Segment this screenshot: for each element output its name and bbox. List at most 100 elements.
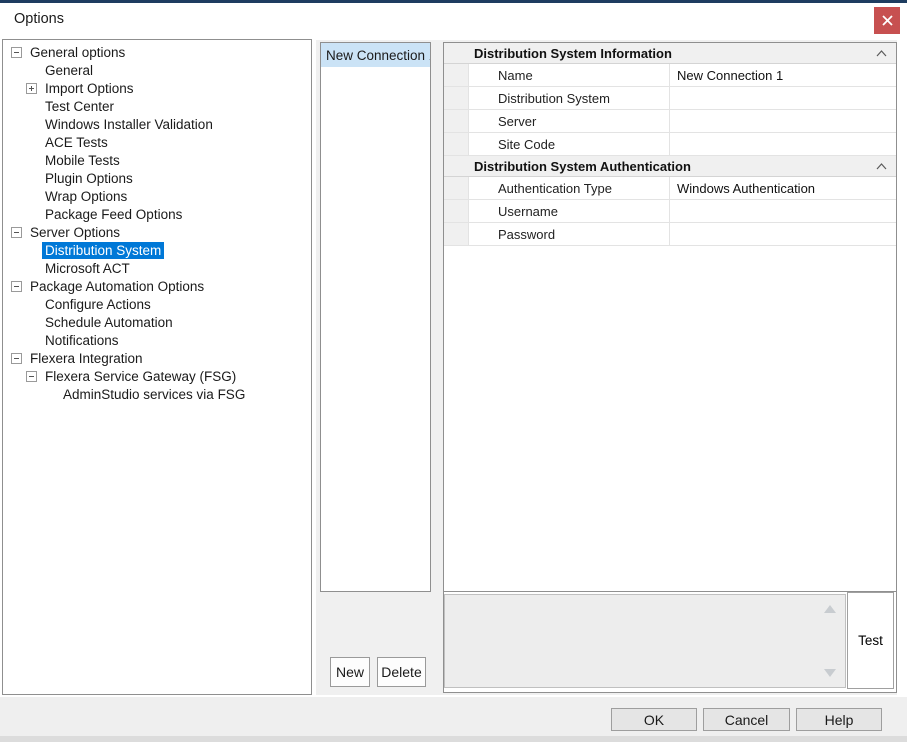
tree-indent <box>26 169 42 187</box>
tree-item-package-automation-options[interactable]: Package Automation Options <box>11 277 311 295</box>
section-header-distribution-system-authentication[interactable]: Distribution System Authentication <box>444 156 896 177</box>
property-value-field[interactable]: New Connection 1 <box>670 64 896 86</box>
section-header-distribution-system-information[interactable]: Distribution System Information <box>444 43 896 64</box>
tree-item-test-center[interactable]: Test Center <box>26 97 311 115</box>
property-row-name: NameNew Connection 1 <box>444 64 896 87</box>
tree-item-configure-actions[interactable]: Configure Actions <box>26 295 311 313</box>
tree-item-package-feed-options[interactable]: Package Feed Options <box>26 205 311 223</box>
chevron-up-icon[interactable] <box>876 163 887 170</box>
options-dialog: { "window": { "title": "Options" }, "col… <box>0 0 907 742</box>
property-value-field[interactable] <box>670 110 896 132</box>
help-button[interactable]: Help <box>796 708 882 731</box>
tree-item-label: Distribution System <box>42 242 164 259</box>
tree-item-label: Import Options <box>42 80 137 97</box>
property-value-field[interactable] <box>670 223 896 245</box>
tree-item-flexera-integration[interactable]: Flexera Integration <box>11 349 311 367</box>
property-value-field[interactable]: Windows Authentication <box>670 177 896 199</box>
new-connection-button[interactable]: New <box>330 657 370 687</box>
tree-item-import-options[interactable]: Import Options <box>26 79 311 97</box>
footer-bar: OK Cancel Help <box>0 697 907 742</box>
property-label: Server <box>469 110 670 132</box>
tree-item-label: Server Options <box>27 224 123 241</box>
tree-item-general-options[interactable]: General options <box>11 43 311 61</box>
tree-item-label: Schedule Automation <box>42 314 176 331</box>
tree-item-distribution-system[interactable]: Distribution System <box>26 241 311 259</box>
tree-item-label: Windows Installer Validation <box>42 116 216 133</box>
property-grid: Distribution System Information NameNew C… <box>444 43 896 592</box>
tree-indent <box>26 295 42 313</box>
tree-item-label: Notifications <box>42 332 122 349</box>
ok-button[interactable]: OK <box>611 708 697 731</box>
tree-indent <box>26 115 42 133</box>
tree-item-wrap-options[interactable]: Wrap Options <box>26 187 311 205</box>
tree-item-ace-tests[interactable]: ACE Tests <box>26 133 311 151</box>
tree-item-server-options[interactable]: Server Options <box>11 223 311 241</box>
tree-item-schedule-automation[interactable]: Schedule Automation <box>26 313 311 331</box>
property-row-distribution-system: Distribution System <box>444 87 896 110</box>
row-gutter <box>444 200 469 222</box>
tree-indent <box>26 187 42 205</box>
property-label: Authentication Type <box>469 177 670 199</box>
tree-item-label: Package Feed Options <box>42 206 185 223</box>
tree-item-general[interactable]: General <box>26 61 311 79</box>
window-bottom-edge <box>0 736 907 742</box>
collapse-icon[interactable] <box>11 277 27 295</box>
property-label: Username <box>469 200 670 222</box>
close-icon <box>882 15 893 26</box>
row-gutter <box>444 133 469 155</box>
section-title: Distribution System Information <box>474 46 672 61</box>
tree-item-label: Flexera Integration <box>27 350 146 367</box>
tree-indent <box>26 313 42 331</box>
tree-item-mobile-tests[interactable]: Mobile Tests <box>26 151 311 169</box>
tree-item-flexera-service-gateway-fsg[interactable]: Flexera Service Gateway (FSG) <box>26 367 311 385</box>
property-panel: Distribution System Information NameNew C… <box>443 42 897 693</box>
property-row-server: Server <box>444 110 896 133</box>
property-label: Name <box>469 64 670 86</box>
tree-item-adminstudio-services-via-fsg[interactable]: AdminStudio services via FSG <box>44 385 311 403</box>
collapse-icon[interactable] <box>11 43 27 61</box>
property-label: Site Code <box>469 133 670 155</box>
tree-item-microsoft-act[interactable]: Microsoft ACT <box>26 259 311 277</box>
expand-icon[interactable] <box>26 79 42 97</box>
property-value-field[interactable] <box>670 133 896 155</box>
tree-indent <box>26 205 42 223</box>
cancel-button[interactable]: Cancel <box>703 708 790 731</box>
property-row-password: Password <box>444 223 896 246</box>
test-connection-button[interactable]: Test <box>847 592 894 689</box>
property-row-authentication-type: Authentication TypeWindows Authenticatio… <box>444 177 896 200</box>
titlebar-accent-line <box>0 0 907 3</box>
tree-indent <box>26 133 42 151</box>
scroll-down-icon[interactable] <box>824 669 836 677</box>
row-gutter <box>444 110 469 132</box>
tree-item-label: Test Center <box>42 98 117 115</box>
scroll-up-icon[interactable] <box>824 605 836 613</box>
close-button[interactable] <box>874 7 900 34</box>
tree-indent <box>26 61 42 79</box>
collapse-icon[interactable] <box>11 349 27 367</box>
connection-list-item[interactable]: New Connection 1 <box>321 43 430 67</box>
tree-item-label: General <box>42 62 96 79</box>
property-row-site-code: Site Code <box>444 133 896 156</box>
row-gutter <box>444 223 469 245</box>
property-value-field[interactable] <box>670 200 896 222</box>
tree-indent <box>26 151 42 169</box>
tree-indent <box>26 259 42 277</box>
test-region: Test <box>444 592 896 691</box>
connections-list[interactable]: New Connection 1 <box>320 42 431 592</box>
tree-item-label: Plugin Options <box>42 170 136 187</box>
tree-indent <box>26 331 42 349</box>
tree-item-windows-installer-validation[interactable]: Windows Installer Validation <box>26 115 311 133</box>
tree-item-notifications[interactable]: Notifications <box>26 331 311 349</box>
tree-item-label: Wrap Options <box>42 188 130 205</box>
property-value-field[interactable] <box>670 87 896 109</box>
row-gutter <box>444 177 469 199</box>
tree-item-plugin-options[interactable]: Plugin Options <box>26 169 311 187</box>
collapse-icon[interactable] <box>26 367 42 385</box>
options-tree: General optionsGeneralImport OptionsTest… <box>2 39 312 695</box>
chevron-up-icon[interactable] <box>876 50 887 57</box>
window-title: Options <box>14 11 64 27</box>
delete-connection-button[interactable]: Delete <box>377 657 426 687</box>
tree-item-label: Flexera Service Gateway (FSG) <box>42 368 239 385</box>
collapse-icon[interactable] <box>11 223 27 241</box>
tree-item-label: AdminStudio services via FSG <box>60 386 248 403</box>
